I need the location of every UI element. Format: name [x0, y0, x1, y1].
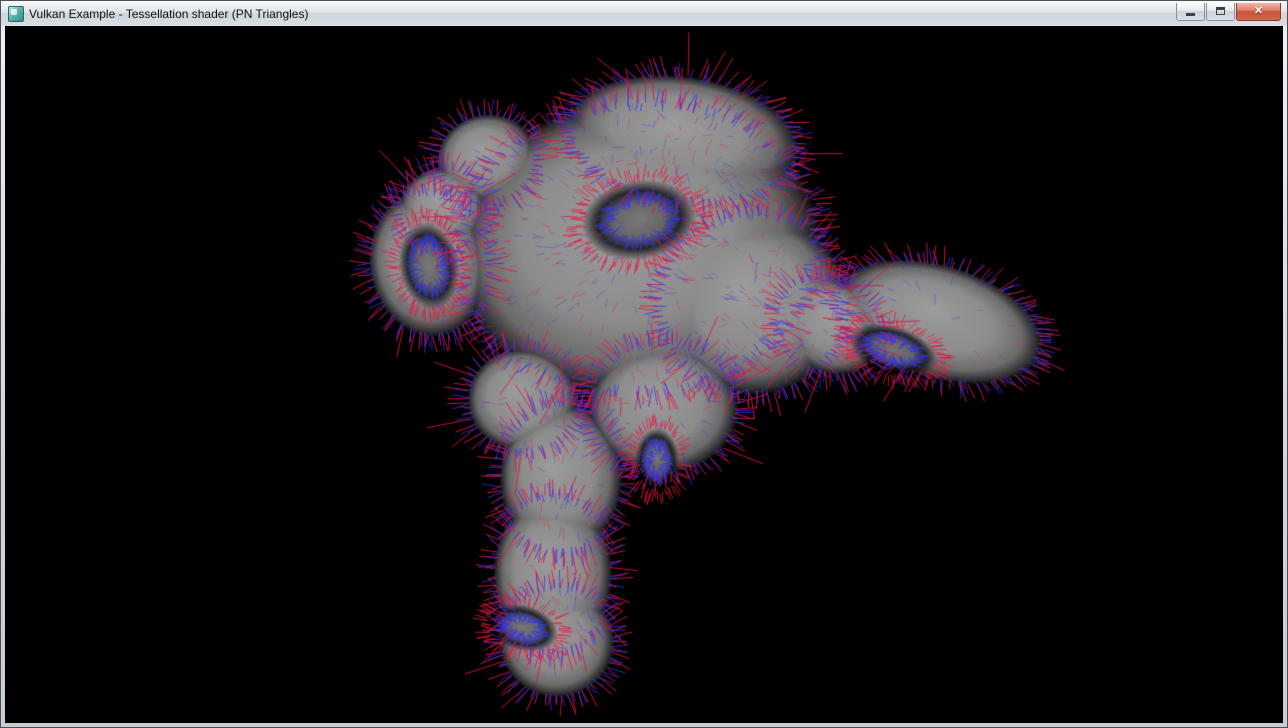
maximize-icon: [1216, 7, 1225, 15]
maximize-button[interactable]: [1206, 3, 1235, 21]
window-controls: ✕: [1175, 3, 1281, 21]
close-button[interactable]: ✕: [1236, 3, 1281, 21]
render-viewport[interactable]: [5, 26, 1283, 723]
app-window: Vulkan Example - Tessellation shader (PN…: [0, 0, 1288, 728]
window-title: Vulkan Example - Tessellation shader (PN…: [29, 6, 1175, 21]
minimize-icon: [1186, 13, 1195, 16]
close-icon: ✕: [1254, 6, 1263, 17]
window-titlebar[interactable]: Vulkan Example - Tessellation shader (PN…: [1, 1, 1287, 26]
render-client-area: [5, 26, 1283, 723]
app-icon[interactable]: [8, 6, 24, 22]
minimize-button[interactable]: [1176, 3, 1205, 21]
